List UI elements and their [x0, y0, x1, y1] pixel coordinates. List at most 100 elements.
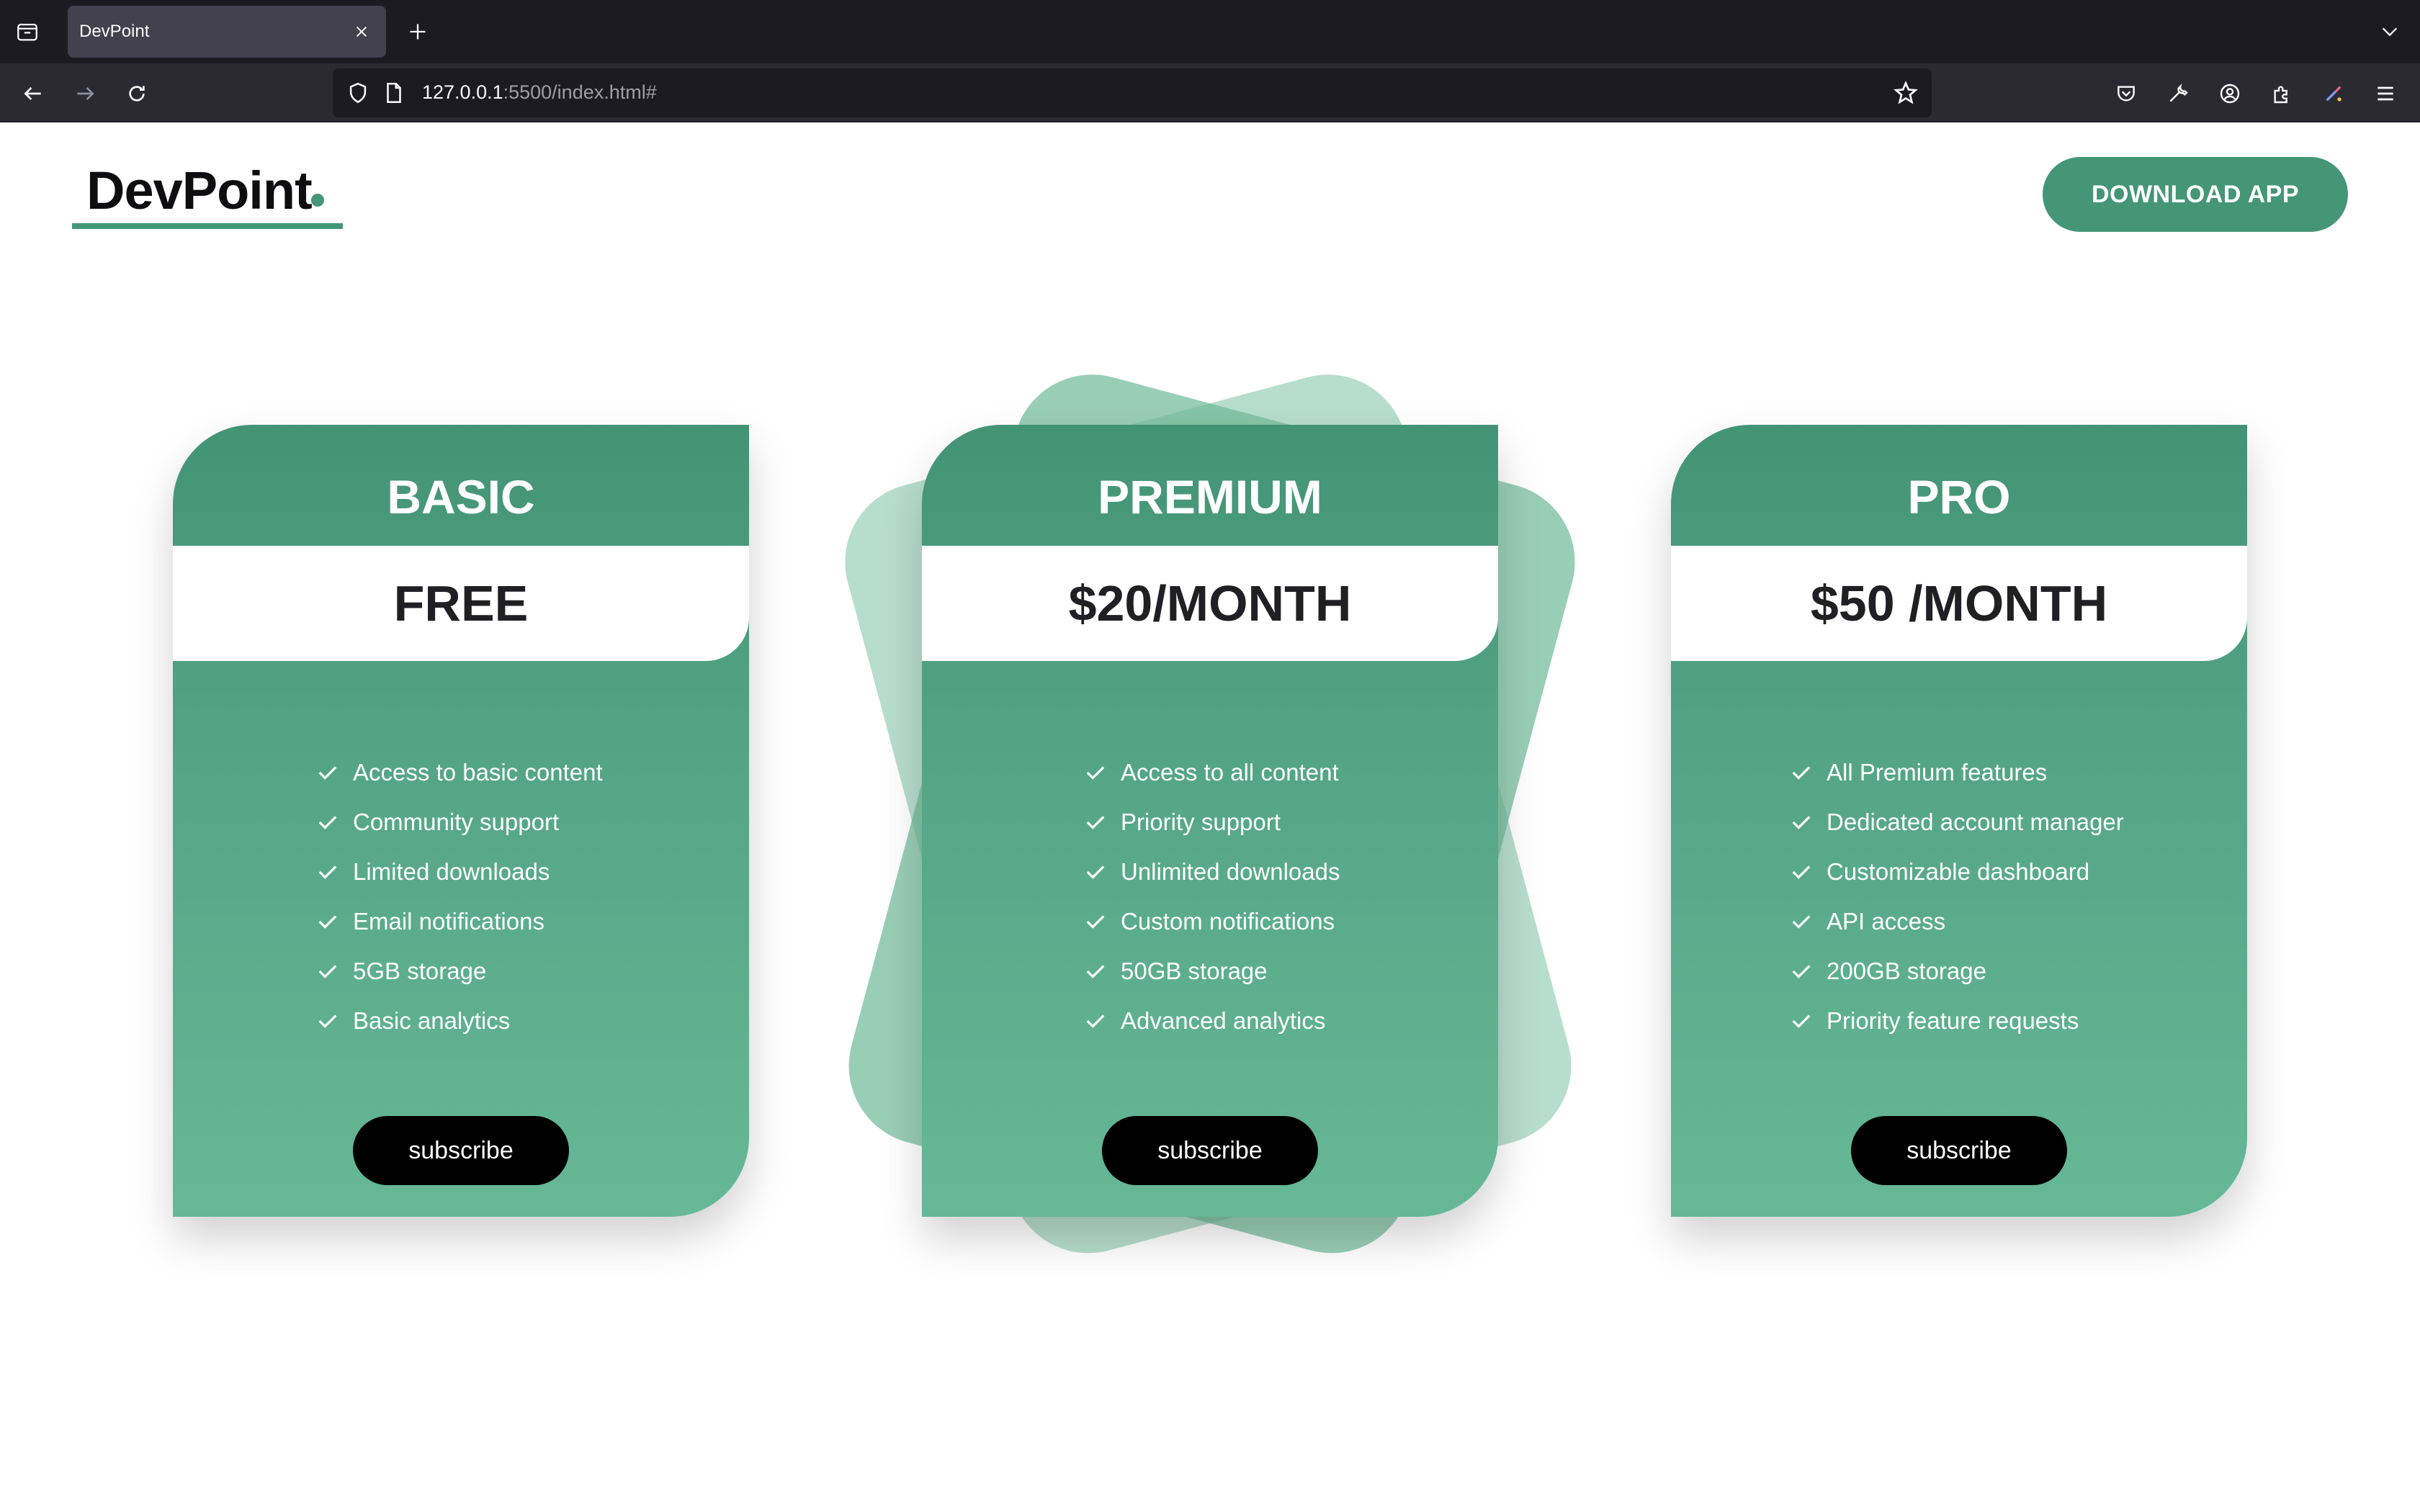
feature-label: 50GB storage [1121, 957, 1268, 984]
feature-label: Unlimited downloads [1121, 858, 1340, 885]
feature-item: Priority feature requests [1791, 996, 2124, 1045]
feature-item: Limited downloads [317, 847, 603, 896]
check-icon [1792, 815, 1811, 829]
check-icon [1792, 964, 1811, 978]
feature-label: All Premium features [1827, 758, 2048, 786]
check-icon [1086, 964, 1105, 978]
check-icon [1086, 765, 1105, 780]
url-host: 127.0.0.1 [422, 81, 503, 103]
subscribe-button-premium[interactable]: subscribe [1102, 1116, 1318, 1185]
feature-item: API access [1791, 896, 2124, 946]
feature-list: All Premium features Dedicated account m… [1791, 747, 2124, 1045]
check-icon [1792, 865, 1811, 879]
extensions-puzzle-icon[interactable] [2264, 76, 2299, 111]
browser-tab-bar: DevPoint [0, 0, 2420, 63]
browser-nav-bar: 127.0.0.1:5500/index.html# [0, 63, 2420, 122]
feature-label: Priority feature requests [1827, 1007, 2079, 1034]
close-tab-icon[interactable] [350, 20, 373, 43]
tab-list-chevron-down-icon[interactable] [2377, 19, 2403, 45]
back-arrow-icon[interactable] [16, 76, 50, 111]
plan-name: BASIC [387, 470, 535, 523]
plan-price: $50 /MONTH [1810, 575, 2108, 631]
devpoint-logo[interactable]: DevPoint [72, 154, 343, 229]
feature-label: 200GB storage [1827, 957, 1986, 984]
hamburger-menu-icon[interactable] [2368, 76, 2403, 111]
check-icon [1086, 1014, 1105, 1028]
tracking-shield-icon[interactable] [346, 81, 370, 105]
subscribe-button-pro[interactable]: subscribe [1851, 1116, 2067, 1185]
feature-label: Limited downloads [353, 858, 550, 885]
pocket-icon[interactable] [2109, 76, 2143, 111]
price-band: $20/MONTH [922, 546, 1498, 661]
feature-item: 50GB storage [1085, 946, 1340, 996]
plan-name: PRO [1907, 470, 2011, 523]
check-icon [318, 865, 337, 879]
logo-dot [311, 194, 324, 207]
feature-item: 200GB storage [1791, 946, 2124, 996]
feature-label: Dedicated account manager [1827, 808, 2124, 835]
url-path: :5500/index.html# [503, 81, 657, 103]
browser-tab[interactable]: DevPoint [68, 6, 386, 58]
plan-name: PREMIUM [1098, 470, 1322, 523]
feature-item: 5GB storage [317, 946, 603, 996]
feature-label: Email notifications [353, 907, 544, 935]
check-icon [318, 1014, 337, 1028]
feature-item: Community support [317, 797, 603, 847]
plan-card-pro: PRO $50 /MONTH All Premium features Dedi… [1671, 425, 2247, 1217]
check-icon [318, 964, 337, 978]
subscribe-button-basic[interactable]: subscribe [353, 1116, 569, 1185]
wrench-icon[interactable] [2161, 76, 2195, 111]
feature-item: Access to all content [1085, 747, 1340, 797]
price-band: FREE [173, 546, 749, 661]
plan-price: $20/MONTH [1068, 575, 1352, 631]
check-icon [1792, 1014, 1811, 1028]
page-info-icon[interactable] [382, 81, 406, 105]
check-icon [318, 914, 337, 929]
feature-label: Access to basic content [353, 758, 603, 786]
bookmark-star-icon[interactable] [1893, 80, 1919, 106]
account-icon[interactable] [2213, 76, 2247, 111]
check-icon [1086, 865, 1105, 879]
plan-card-premium: PREMIUM $20/MONTH Access to all content … [922, 425, 1498, 1217]
color-picker-extension-icon[interactable] [2316, 76, 2351, 111]
check-icon [318, 765, 337, 780]
check-icon [1086, 914, 1105, 929]
plan-price: FREE [393, 575, 529, 631]
feature-label: API access [1827, 907, 1946, 935]
feature-label: 5GB storage [353, 957, 487, 984]
feature-item: Access to basic content [317, 747, 603, 797]
feature-list: Access to basic content Community suppor… [317, 747, 603, 1045]
download-app-button[interactable]: DOWNLOAD APP [2043, 157, 2348, 232]
feature-label: Access to all content [1121, 758, 1339, 786]
feature-item: Email notifications [317, 896, 603, 946]
feature-item: All Premium features [1791, 747, 2124, 797]
forward-arrow-icon[interactable] [68, 76, 102, 111]
feature-label: Basic analytics [353, 1007, 511, 1034]
feature-item: Priority support [1085, 797, 1340, 847]
address-bar[interactable]: 127.0.0.1:5500/index.html# [333, 68, 1932, 117]
feature-label: Community support [353, 808, 560, 835]
feature-label: Priority support [1121, 808, 1281, 835]
feature-item: Custom notifications [1085, 896, 1340, 946]
feature-item: Basic analytics [317, 996, 603, 1045]
feature-item: Unlimited downloads [1085, 847, 1340, 896]
feature-item: Dedicated account manager [1791, 797, 2124, 847]
url-text[interactable]: 127.0.0.1:5500/index.html# [422, 81, 657, 104]
new-tab-plus-icon[interactable] [403, 17, 432, 46]
feature-label: Customizable dashboard [1827, 858, 2090, 885]
feature-item: Advanced analytics [1085, 996, 1340, 1045]
tab-overview-icon[interactable] [13, 17, 42, 46]
plan-card-basic: BASIC FREE Access to basic content Commu… [173, 425, 749, 1217]
check-icon [1086, 815, 1105, 829]
feature-list: Access to all content Priority support U… [1085, 747, 1340, 1045]
feature-item: Customizable dashboard [1791, 847, 2124, 896]
check-icon [1792, 914, 1811, 929]
feature-label: Advanced analytics [1121, 1007, 1326, 1034]
price-band: $50 /MONTH [1671, 546, 2247, 661]
feature-label: Custom notifications [1121, 907, 1335, 935]
reload-icon[interactable] [120, 76, 154, 111]
logo-text: DevPoint [86, 161, 313, 220]
check-icon [1792, 765, 1811, 780]
check-icon [318, 815, 337, 829]
tab-title: DevPoint [79, 22, 150, 41]
